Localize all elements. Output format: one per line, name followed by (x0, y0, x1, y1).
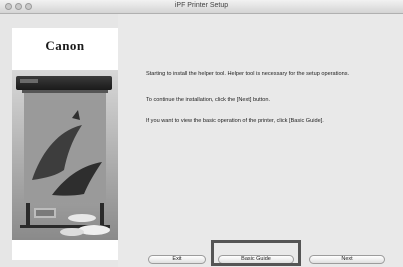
sidebar-panel: Canon (12, 28, 118, 260)
setup-window: iPF Printer Setup Canon Starting to inst… (0, 0, 403, 267)
title-bar[interactable]: iPF Printer Setup (0, 0, 403, 14)
basic-guide-highlight (211, 240, 301, 266)
window-title: iPF Printer Setup (174, 2, 229, 9)
next-button[interactable]: Next (309, 255, 385, 264)
canon-logo: Canon (45, 38, 85, 53)
continue-instruction: To continue the installation, click the … (146, 97, 271, 103)
helper-tool-message: Starting to install the helper tool. Hel… (146, 71, 350, 77)
content-panel: Starting to install the helper tool. Hel… (118, 14, 403, 267)
basic-guide-instruction: If you want to view the basic operation … (146, 118, 324, 124)
printer-illustration-icon (12, 70, 118, 240)
exit-button[interactable]: Exit (148, 255, 206, 264)
